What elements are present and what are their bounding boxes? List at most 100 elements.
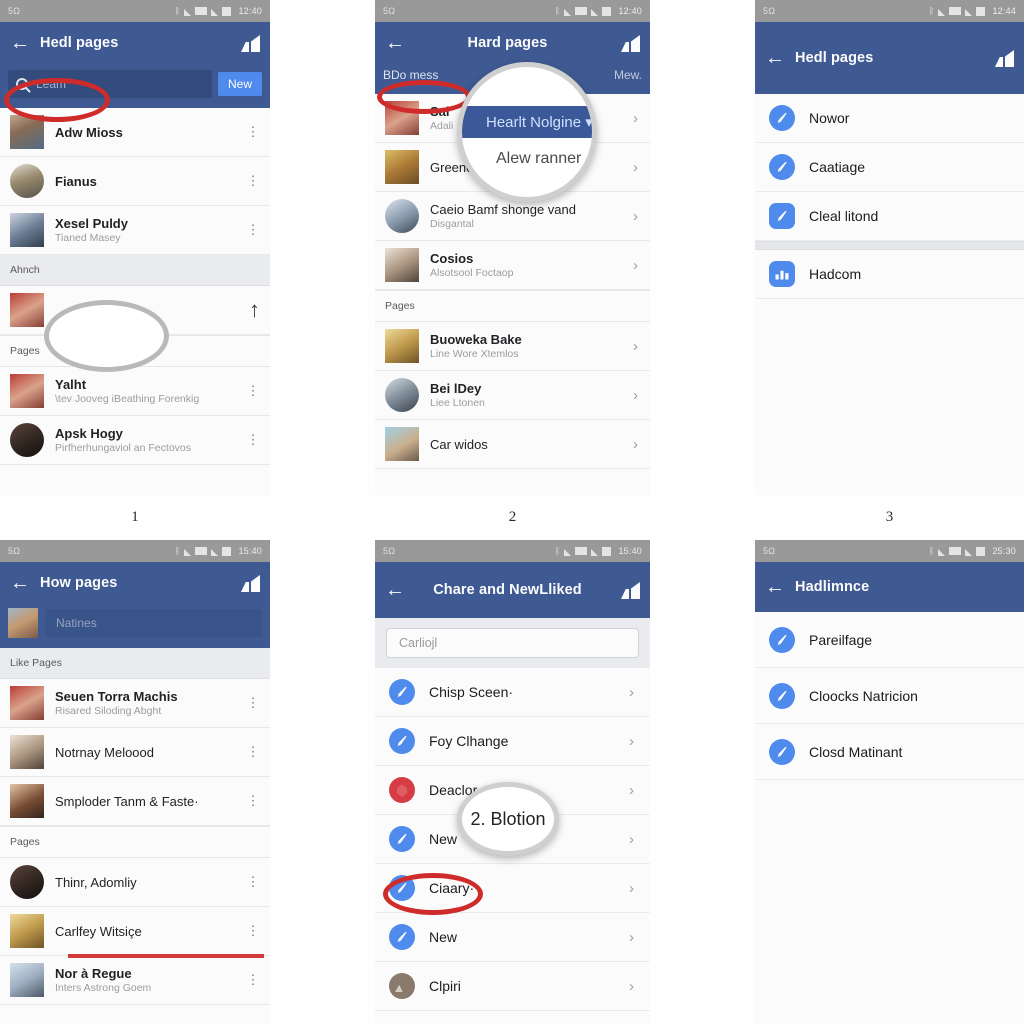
overflow-menu-icon[interactable]: ⋮ [246, 174, 260, 188]
signal2-icon [591, 548, 599, 556]
list-item[interactable]: Apsk Hogy Pirfherhungaviol an Fectovos ⋮ [0, 416, 270, 465]
back-arrow-icon[interactable]: ← [10, 33, 36, 53]
settings-row[interactable]: New › [375, 913, 650, 962]
list-item[interactable]: Smploder Tanm & Faste· ⋮ [0, 777, 270, 826]
avatar [10, 293, 44, 327]
settings-row[interactable]: Foy Clhange › [375, 717, 650, 766]
overflow-menu-icon[interactable]: ⋮ [246, 973, 260, 987]
list-item[interactable]: Bei lDey Liee Ltonen › [375, 371, 650, 420]
settings-label: New [429, 929, 458, 945]
signal-icon [938, 8, 946, 16]
chevron-right-icon[interactable]: › [629, 733, 636, 750]
chevron-right-icon[interactable]: › [629, 684, 636, 701]
list-item[interactable]: Xesel Puldy Tianed Masey ⋮ [0, 206, 270, 255]
settings-row[interactable]: Nowor [755, 94, 1024, 143]
search-input[interactable]: Carliojl [386, 628, 639, 658]
settings-row[interactable]: Ciaary· › [375, 864, 650, 913]
section-header: Pages [0, 335, 270, 367]
list-item[interactable]: Nor à Regue Inters Astrong Goem ⋮ [0, 956, 270, 1005]
overflow-menu-icon[interactable]: ⋮ [246, 125, 260, 139]
overflow-menu-icon[interactable]: ⋮ [246, 924, 260, 938]
panel-number-cell-1: 1 [0, 495, 270, 540]
list-item[interactable]: Notrnay Meloood ⋮ [0, 728, 270, 777]
chevron-right-icon[interactable]: › [629, 929, 636, 946]
list-item[interactable]: Yalht \tev Jooveg iBeathing Forenkig ⋮ [0, 367, 270, 416]
app-bar: ← Hedl pages [0, 22, 270, 64]
chevron-right-icon[interactable]: › [629, 782, 636, 799]
back-arrow-icon[interactable]: ← [385, 580, 411, 600]
app-bar: ← Hedl pages [755, 22, 1024, 94]
overflow-menu-icon[interactable]: ⋮ [246, 875, 260, 889]
magnifier-overlay-1: Hearlt Nolgine ▾ Alew ranner [457, 62, 597, 202]
list-item[interactable]: ↑ [0, 286, 270, 335]
overflow-menu-icon[interactable]: ⋮ [246, 384, 260, 398]
list-item-title: Nor à Regue [55, 966, 132, 981]
list-item[interactable]: Fianus ⋮ [0, 157, 270, 206]
chevron-right-icon[interactable]: › [629, 831, 636, 848]
list-item[interactable]: Seuen Torra Machis Risared Siloding Abgh… [0, 679, 270, 728]
tab-messages[interactable]: BDo mess [383, 68, 438, 82]
composer-input[interactable]: Natines [46, 609, 262, 637]
new-button[interactable]: New [217, 72, 262, 96]
overflow-menu-icon[interactable]: ⋮ [246, 223, 260, 237]
list-item[interactable]: Thinr, Adomliy ⋮ [0, 858, 270, 907]
panel-4: 5Ω ᛒ 15:40 ← How pages Natines Like Page… [0, 540, 270, 1024]
signal2-icon [211, 8, 219, 16]
panel-number: 2 [508, 509, 517, 525]
list-item[interactable]: Car widos › [375, 420, 650, 469]
settings-row[interactable]: Chisp Sceen· › [375, 668, 650, 717]
avatar [10, 115, 44, 149]
back-arrow-icon[interactable]: ← [10, 573, 36, 593]
battery-icon [976, 6, 986, 16]
chevron-right-icon[interactable]: › [629, 978, 636, 995]
settings-label: Clpiri [429, 978, 461, 994]
page-title: Hedl pages [795, 50, 874, 66]
chevron-right-icon[interactable]: › [633, 436, 640, 453]
settings-row[interactable]: Hadcom [755, 250, 1024, 299]
chevron-right-icon[interactable]: › [629, 880, 636, 897]
settings-row[interactable]: Clpiri › [375, 962, 650, 1011]
list-item-subtitle: Line Wore Xtemlos [430, 348, 519, 360]
gap-col-4 [650, 540, 755, 1024]
carrier-label: 5Ω [383, 546, 396, 556]
avatar [10, 784, 44, 818]
chevron-right-icon[interactable]: › [633, 387, 640, 404]
section-header: Pages [0, 826, 270, 858]
magnifier-item-row: Alew ranner [496, 150, 582, 167]
gap-col-2 [650, 0, 755, 495]
chevron-right-icon[interactable]: › [633, 110, 640, 127]
settings-row[interactable]: Cleal litond [755, 192, 1024, 241]
overflow-menu-icon[interactable]: ⋮ [246, 433, 260, 447]
chevron-right-icon[interactable]: › [633, 257, 640, 274]
avatar [8, 608, 38, 638]
back-arrow-icon[interactable]: ← [765, 577, 791, 597]
settings-row[interactable]: Pareilfage [755, 612, 1024, 668]
bluetooth-icon: ᛒ [174, 546, 181, 556]
list-item[interactable]: Adw Mioss ⋮ [0, 108, 270, 157]
overflow-menu-icon[interactable]: ⋮ [246, 794, 260, 808]
settings-row[interactable]: Closd Matinant [755, 724, 1024, 780]
overflow-menu-icon[interactable]: ⋮ [246, 696, 260, 710]
panel-5: 5Ω ᛒ 15:40 ← Chare and NewLliked Carlioj… [375, 540, 650, 1024]
avatar [10, 963, 44, 997]
overflow-menu-icon[interactable]: ⋮ [246, 745, 260, 759]
up-arrow-icon[interactable]: ↑ [249, 297, 260, 323]
list-item-title: Apsk Hogy [55, 426, 123, 441]
search-input[interactable]: Leam [8, 70, 212, 98]
section-header: Like Pages [0, 648, 270, 679]
panel-number-cell-2: 2 [375, 495, 650, 540]
back-arrow-icon[interactable]: ← [385, 33, 411, 53]
settings-row[interactable]: Caatiage [755, 143, 1024, 192]
list-item[interactable]: Buoweka Bake Line Wore Xtemlos › [375, 322, 650, 371]
chevron-right-icon[interactable]: › [633, 338, 640, 355]
list-item[interactable]: Cosios Alsotsool Foctaop › [375, 241, 650, 290]
pen-circle-icon [389, 826, 415, 852]
chevron-right-icon[interactable]: › [633, 159, 640, 176]
chevron-right-icon[interactable]: › [633, 208, 640, 225]
tab-more[interactable]: Mew. [614, 68, 642, 82]
back-arrow-icon[interactable]: ← [765, 48, 791, 68]
settings-label: Ciaary· [429, 880, 475, 896]
facebook-logo-icon [994, 49, 1014, 67]
list-item[interactable]: Carlfey Witsiçe ⋮ [0, 907, 270, 956]
settings-row[interactable]: Cloocks Natricion [755, 668, 1024, 724]
